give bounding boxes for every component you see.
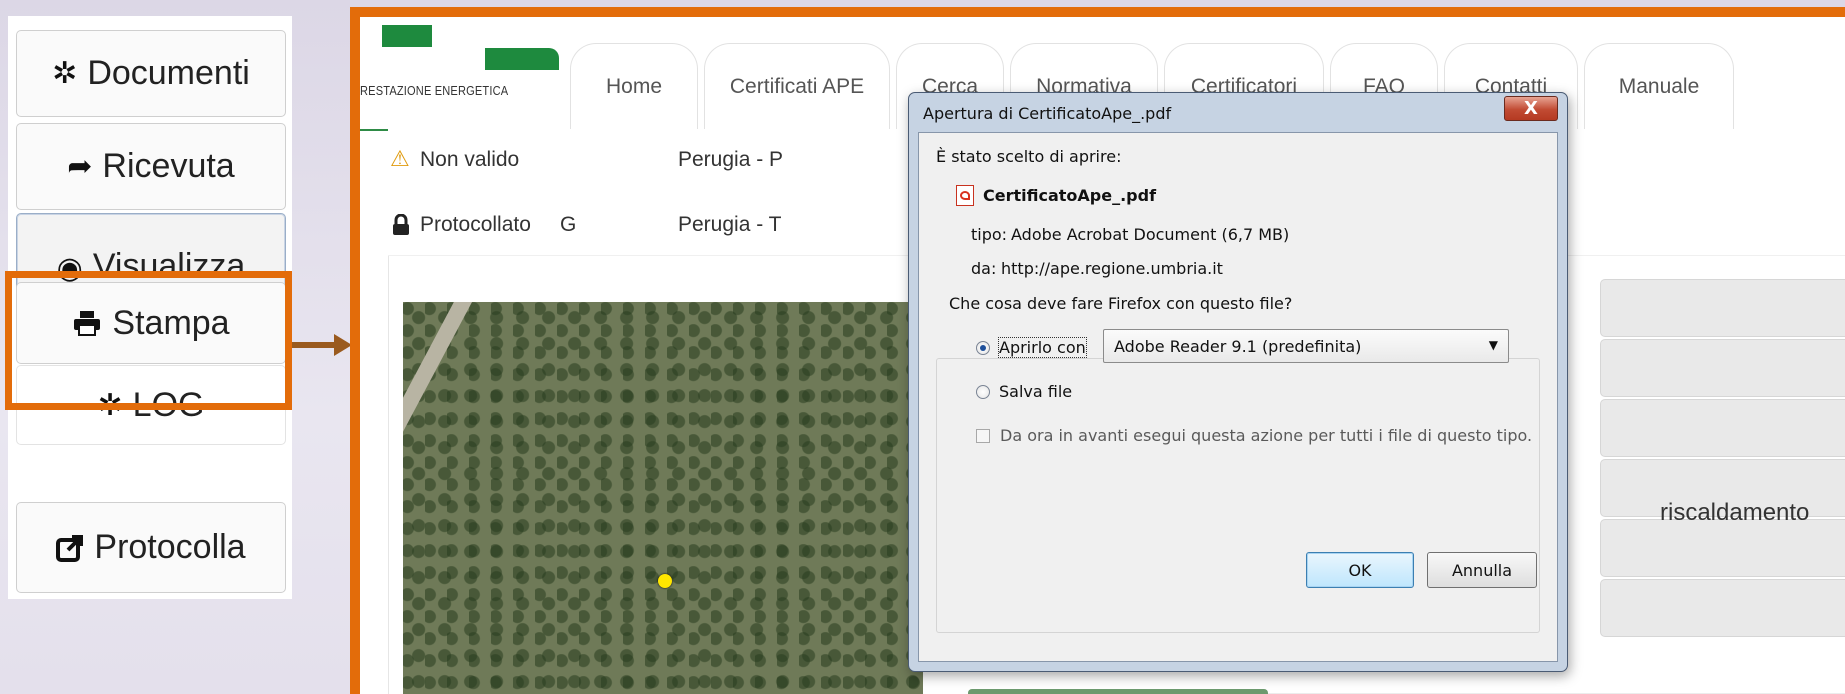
tab-home[interactable]: Home (570, 43, 698, 129)
share-arrow-icon: ➦ (67, 150, 93, 183)
remember-label[interactable]: Da ora in avanti esegui questa azione pe… (1000, 426, 1532, 445)
visualizza-button[interactable]: ◉ Visualizza (16, 213, 286, 291)
ricevuta-button[interactable]: ➦ Ricevuta (16, 123, 286, 210)
location-marker[interactable] (658, 574, 672, 588)
open-with-label[interactable]: Aprirlo con (998, 337, 1087, 358)
row-code: G (560, 213, 577, 236)
eye-icon: ◉ (56, 252, 83, 285)
application-select-value: Adobe Reader 9.1 (predefinita) (1114, 337, 1362, 356)
open-file-dialog: Apertura di CertificatoApe_.pdf X È stat… (908, 92, 1568, 672)
warning-icon: ⚠ (390, 146, 410, 171)
protocolla-button[interactable]: Protocolla (16, 502, 286, 593)
dialog-title: Apertura di CertificatoApe_.pdf (923, 104, 1172, 123)
map-road (403, 302, 652, 494)
application-select[interactable]: Adobe Reader 9.1 (predefinita) ▼ (1103, 329, 1509, 363)
open-with-radio[interactable] (976, 341, 990, 355)
row-place: Perugia - P (678, 148, 784, 171)
log-button[interactable]: ✲ LOG (16, 365, 286, 445)
save-file-radio[interactable] (976, 385, 990, 399)
row-status: Protocollato (420, 213, 531, 236)
close-icon: X (1524, 98, 1538, 119)
ok-button[interactable]: OK (1306, 552, 1414, 588)
web-page: RESTAZIONE ENERGETICA Home Certificati A… (360, 17, 1845, 694)
chevron-down-icon: ▼ (1488, 338, 1498, 352)
callout-arrow-line (292, 342, 336, 348)
file-name: CertificatoApe_.pdf (983, 186, 1157, 205)
progress-strip (968, 689, 1268, 694)
logo-mark (382, 25, 432, 47)
file-type-label: tipo: (971, 225, 1008, 244)
gear-icon: ✲ (97, 388, 123, 422)
visualizza-label: Visualizza (92, 247, 246, 285)
stampa-label: Stampa (112, 303, 230, 342)
lock-icon (392, 213, 410, 242)
side-panel-button[interactable] (1600, 579, 1845, 637)
file-source-value: http://ape.regione.umbria.it (1001, 259, 1223, 278)
side-panel-button[interactable] (1600, 399, 1845, 457)
row-place: Perugia - T (678, 213, 782, 236)
documenti-button[interactable]: ✲ Documenti (16, 30, 286, 117)
protocolla-label: Protocolla (94, 528, 246, 566)
log-label: LOG (132, 385, 205, 424)
stampa-button[interactable]: Stampa (16, 282, 286, 364)
side-panel-button[interactable] (1600, 339, 1845, 397)
documenti-label: Documenti (87, 54, 250, 92)
action-button-panel: ✲ Documenti ➦ Ricevuta ◉ Visualizza Stam… (8, 16, 292, 599)
external-link-icon (56, 534, 84, 562)
file-source-label: da: (971, 259, 997, 278)
dialog-intro: È stato scelto di aprire: (936, 147, 1122, 166)
aerial-map-image[interactable] (403, 302, 923, 694)
side-panel-button[interactable] (1600, 279, 1845, 337)
row-status: Non valido (420, 148, 520, 171)
pdf-file-icon (956, 185, 974, 206)
dialog-body: È stato scelto di aprire: CertificatoApe… (918, 132, 1558, 662)
file-type-value: Adobe Acrobat Document (6,7 MB) (1011, 225, 1290, 244)
logo-bar (485, 48, 559, 70)
action-question: Che cosa deve fare Firefox con questo fi… (945, 294, 1297, 313)
logo-text: RESTAZIONE ENERGETICA (360, 83, 509, 98)
ricevuta-label: Ricevuta (102, 147, 235, 185)
tab-certificati-ape[interactable]: Certificati APE (704, 43, 890, 129)
remember-checkbox[interactable] (976, 429, 990, 443)
tab-manuale[interactable]: Manuale (1584, 43, 1734, 129)
side-panel-button[interactable] (1600, 519, 1845, 577)
gear-icon: ✲ (52, 57, 78, 90)
save-file-label[interactable]: Salva file (999, 382, 1072, 401)
riscaldamento-label: riscaldamento (1660, 499, 1810, 526)
printer-icon (72, 310, 102, 336)
cancel-button[interactable]: Annulla (1427, 552, 1537, 588)
close-button[interactable]: X (1504, 96, 1558, 121)
screenshot-frame: RESTAZIONE ENERGETICA Home Certificati A… (350, 7, 1845, 694)
